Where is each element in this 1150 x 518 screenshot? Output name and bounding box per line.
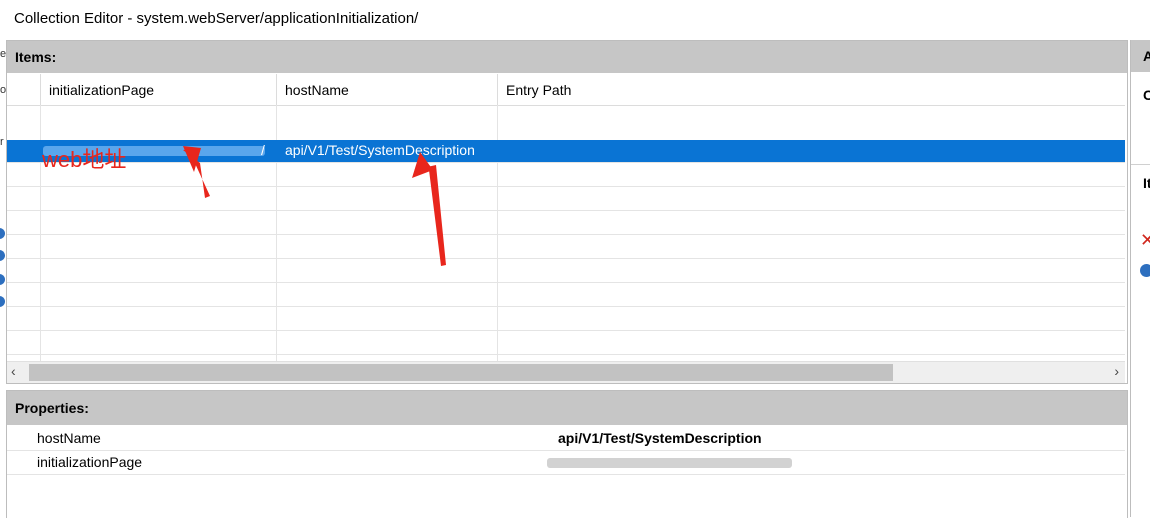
- annotation-label: web地址: [42, 147, 127, 172]
- arrow-host-name: [414, 165, 446, 266]
- annotation-arrows: [183, 146, 446, 266]
